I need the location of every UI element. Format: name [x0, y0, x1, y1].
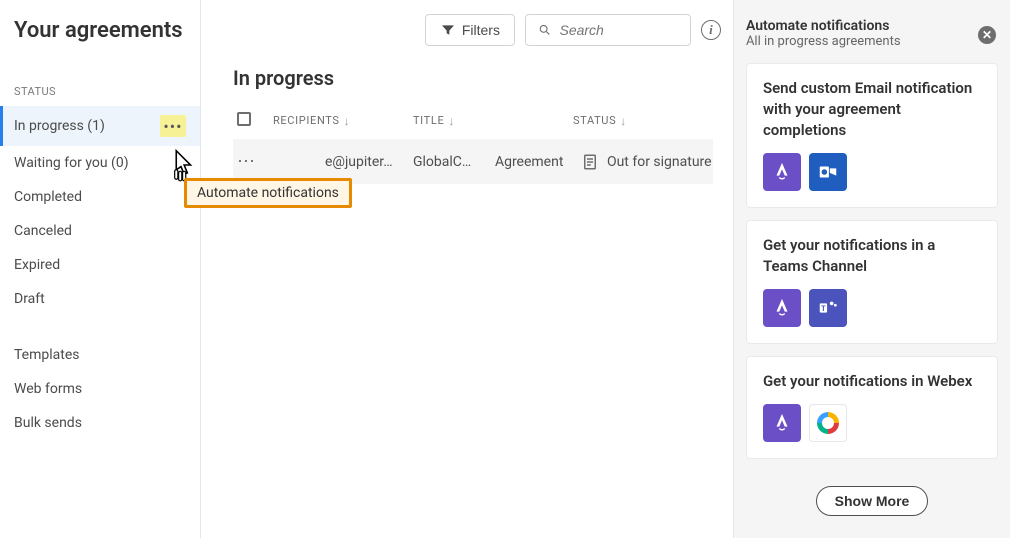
sidebar-item-templates[interactable]: Templates [0, 338, 200, 372]
sidebar-item-bulksends[interactable]: Bulk sends [0, 406, 200, 440]
search-field[interactable] [525, 14, 691, 46]
automate-panel: ✕ Automate notifications All in progress… [733, 0, 1010, 538]
info-icon[interactable]: i [701, 20, 721, 40]
panel-subtitle: All in progress agreements [746, 34, 998, 49]
col-title[interactable]: TITLE ↓ [413, 114, 513, 128]
sidebar-item-label: In progress (1) [14, 118, 105, 134]
more-icon[interactable]: ••• [160, 115, 186, 137]
document-icon [581, 153, 599, 171]
sidebar-item-label: Web forms [14, 381, 82, 397]
col-status[interactable]: STATUS ↓ [573, 114, 713, 128]
filters-button[interactable]: Filters [425, 14, 515, 46]
sidebar-item-label: Completed [14, 189, 82, 205]
sidebar-item-webforms[interactable]: Web forms [0, 372, 200, 406]
sidebar-item-label: Canceled [14, 223, 72, 239]
card-badges: T [763, 289, 981, 327]
card-webex-notification[interactable]: Get your notifications in Webex [746, 356, 998, 459]
acrobat-icon [763, 404, 801, 442]
show-more-button[interactable]: Show More [816, 486, 929, 516]
card-title: Get your notifications in a Teams Channe… [763, 235, 981, 277]
search-input[interactable] [559, 22, 677, 38]
svg-text:T: T [821, 304, 826, 313]
section-title: In progress [233, 66, 713, 90]
sidebar-item-label: Bulk sends [14, 415, 82, 431]
select-all-checkbox[interactable] [237, 112, 251, 126]
menu-item-automate[interactable]: Automate notifications [184, 178, 352, 208]
sidebar-item-label: Expired [14, 257, 60, 273]
panel-title: Automate notifications [746, 18, 998, 34]
context-menu-popover: Automate notifications [158, 146, 352, 208]
teams-icon: T [809, 289, 847, 327]
acrobat-icon [763, 153, 801, 191]
sidebar-item-label: Draft [14, 291, 45, 307]
sidebar-item-draft[interactable]: Draft [0, 282, 200, 316]
card-title: Get your notifications in Webex [763, 371, 981, 392]
cell-status: Out for signature [581, 153, 712, 171]
sort-arrow-icon: ↓ [620, 114, 627, 128]
card-badges [763, 153, 981, 191]
filter-icon [440, 22, 456, 38]
table-header: RECIPIENTS ↓ TITLE ↓ STATUS ↓ [233, 102, 713, 139]
webex-icon [809, 404, 847, 442]
card-email-notification[interactable]: Send custom Email notification with your… [746, 63, 998, 208]
sidebar-status-heading: STATUS [0, 63, 200, 106]
sidebar-item-in-progress[interactable]: In progress (1) ••• [0, 106, 200, 146]
page-title: Your agreements [0, 18, 200, 63]
sort-arrow-icon: ↓ [344, 114, 351, 128]
sort-arrow-icon: ↓ [448, 114, 455, 128]
cell-title: GlobalC… [413, 154, 495, 170]
card-teams-notification[interactable]: Get your notifications in a Teams Channe… [746, 220, 998, 344]
sidebar-item-label: Waiting for you (0) [14, 155, 129, 171]
search-icon [538, 22, 552, 38]
cell-type: Agreement [495, 154, 575, 170]
acrobat-icon [763, 289, 801, 327]
card-badges [763, 404, 981, 442]
filters-label: Filters [462, 22, 500, 38]
sidebar-item-label: Templates [14, 347, 80, 363]
col-recipients[interactable]: RECIPIENTS ↓ [273, 114, 393, 128]
sidebar-item-canceled[interactable]: Canceled [0, 214, 200, 248]
outlook-icon [809, 153, 847, 191]
sidebar-item-expired[interactable]: Expired [0, 248, 200, 282]
close-icon[interactable]: ✕ [978, 26, 996, 44]
card-title: Send custom Email notification with your… [763, 78, 981, 141]
